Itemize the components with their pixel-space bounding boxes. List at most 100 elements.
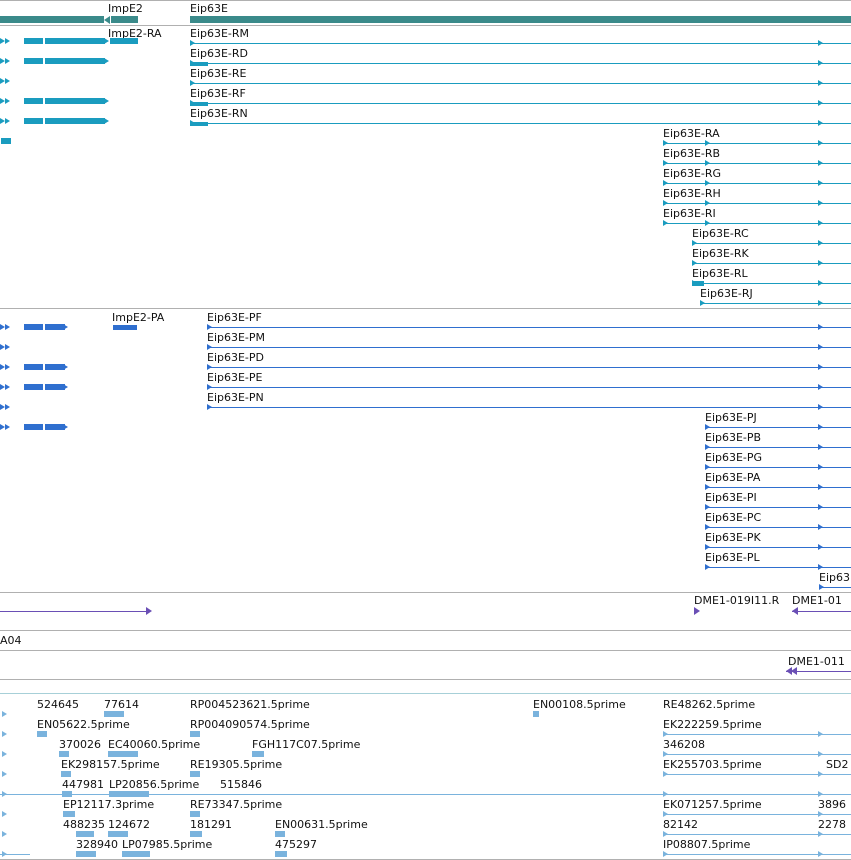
est-label[interactable]: SD2 bbox=[826, 758, 848, 771]
feature-line[interactable] bbox=[705, 487, 851, 488]
est-label[interactable]: EP12117.3prime bbox=[63, 798, 154, 811]
exon-block[interactable] bbox=[113, 325, 137, 330]
exon-block[interactable] bbox=[45, 118, 105, 124]
est-label[interactable]: IP08807.5prime bbox=[663, 838, 750, 851]
est-label[interactable]: EC40060.5prime bbox=[108, 738, 200, 751]
exon-block[interactable] bbox=[24, 424, 43, 430]
feature-line[interactable] bbox=[705, 467, 851, 468]
est-label[interactable]: EN05622.5prime bbox=[37, 718, 130, 731]
exon-block[interactable] bbox=[45, 324, 65, 330]
feature-line[interactable] bbox=[190, 83, 851, 84]
feature-line[interactable] bbox=[705, 427, 851, 428]
feature-line[interactable] bbox=[207, 327, 851, 328]
est-label[interactable]: 82142 bbox=[663, 818, 698, 831]
est-label[interactable]: EK255703.5prime bbox=[663, 758, 762, 771]
exon-block[interactable] bbox=[24, 58, 43, 64]
feature-line[interactable] bbox=[705, 547, 851, 548]
est-label[interactable]: 475297 bbox=[275, 838, 317, 851]
exon-block[interactable] bbox=[275, 831, 285, 837]
exon-block[interactable] bbox=[1, 138, 11, 144]
exon-block[interactable] bbox=[24, 364, 43, 370]
est-label[interactable]: LP20856.5prime bbox=[109, 778, 199, 791]
exon-block[interactable] bbox=[61, 771, 71, 777]
feature-line[interactable] bbox=[692, 243, 851, 244]
est-label[interactable]: FGH117C07.5prime bbox=[252, 738, 360, 751]
exon-block[interactable] bbox=[692, 281, 704, 286]
est-label[interactable]: EK298157.5prime bbox=[61, 758, 160, 771]
exon-block[interactable] bbox=[59, 751, 69, 757]
exon-block[interactable] bbox=[24, 384, 43, 390]
feature-line[interactable] bbox=[207, 407, 851, 408]
feature-line[interactable] bbox=[207, 367, 851, 368]
feature-line[interactable] bbox=[705, 447, 851, 448]
est-label[interactable]: EN00108.5prime bbox=[533, 698, 626, 711]
est-label[interactable]: EK071257.5prime bbox=[663, 798, 762, 811]
exon-block[interactable] bbox=[190, 731, 200, 737]
est-label[interactable]: RP004090574.5prime bbox=[190, 718, 310, 731]
exon-block[interactable] bbox=[190, 811, 200, 817]
strand-arrow-icon bbox=[818, 444, 823, 450]
exon-block[interactable] bbox=[252, 751, 264, 757]
feature-line[interactable] bbox=[700, 303, 851, 304]
est-label[interactable]: RE48262.5prime bbox=[663, 698, 755, 711]
est-label[interactable]: 515846 bbox=[220, 778, 262, 791]
exon-block[interactable] bbox=[122, 851, 150, 857]
est-label[interactable]: 524645 bbox=[37, 698, 79, 711]
exon-block[interactable] bbox=[24, 118, 43, 124]
exon-block[interactable] bbox=[24, 38, 43, 44]
est-label[interactable]: 77614 bbox=[104, 698, 139, 711]
est-label[interactable]: 124672 bbox=[108, 818, 150, 831]
feature-line[interactable] bbox=[190, 103, 851, 104]
est-label[interactable]: EK222259.5prime bbox=[663, 718, 762, 731]
exon-block[interactable] bbox=[24, 324, 43, 330]
exon-block[interactable] bbox=[190, 831, 202, 837]
feature-line[interactable] bbox=[190, 63, 851, 64]
est-label[interactable]: 181291 bbox=[190, 818, 232, 831]
feature-line[interactable] bbox=[692, 283, 851, 284]
exon-block[interactable] bbox=[45, 38, 105, 44]
exon-block[interactable] bbox=[24, 98, 43, 104]
est-label[interactable]: RE19305.5prime bbox=[190, 758, 282, 771]
feature-line[interactable] bbox=[705, 507, 851, 508]
exon-block[interactable] bbox=[108, 831, 128, 837]
est-label[interactable]: 370026 bbox=[59, 738, 101, 751]
feature-line[interactable] bbox=[705, 527, 851, 528]
est-label[interactable]: 3896 bbox=[818, 798, 846, 811]
exon-block[interactable] bbox=[45, 384, 65, 390]
strand-arrow-icon bbox=[818, 240, 823, 246]
feature-line[interactable] bbox=[207, 387, 851, 388]
exon-block[interactable] bbox=[190, 102, 208, 106]
exon-block[interactable] bbox=[45, 98, 105, 104]
est-label[interactable]: 346208 bbox=[663, 738, 705, 751]
exon-block[interactable] bbox=[108, 751, 138, 757]
feature-line[interactable] bbox=[0, 794, 851, 795]
exon-block[interactable] bbox=[190, 771, 200, 777]
est-label[interactable]: 488235 bbox=[63, 818, 105, 831]
exon-block[interactable] bbox=[190, 122, 208, 126]
exon-block[interactable] bbox=[37, 731, 47, 737]
exon-block[interactable] bbox=[45, 424, 65, 430]
exon-block[interactable] bbox=[533, 711, 539, 717]
est-label[interactable]: RE73347.5prime bbox=[190, 798, 282, 811]
exon-block[interactable] bbox=[63, 811, 75, 817]
est-label[interactable]: RP004523621.5prime bbox=[190, 698, 310, 711]
exon-block[interactable] bbox=[104, 711, 124, 717]
feature-line[interactable] bbox=[692, 263, 851, 264]
feature-line[interactable] bbox=[705, 567, 851, 568]
exon-block[interactable] bbox=[275, 851, 287, 857]
feature-line[interactable] bbox=[0, 854, 30, 855]
est-label[interactable]: 447981 bbox=[62, 778, 104, 791]
feature-line[interactable] bbox=[190, 43, 851, 44]
exon-block[interactable] bbox=[190, 62, 208, 66]
exon-block[interactable] bbox=[45, 58, 105, 64]
exon-block[interactable] bbox=[76, 851, 96, 857]
est-label[interactable]: EN00631.5prime bbox=[275, 818, 368, 831]
feature-line[interactable] bbox=[190, 123, 851, 124]
exon-block[interactable] bbox=[76, 831, 94, 837]
exon-block[interactable] bbox=[110, 38, 138, 44]
est-label[interactable]: 328940 bbox=[76, 838, 118, 851]
feature-line[interactable] bbox=[207, 347, 851, 348]
est-label[interactable]: LP07985.5prime bbox=[122, 838, 212, 851]
exon-block[interactable] bbox=[45, 364, 65, 370]
est-label[interactable]: 2278 bbox=[818, 818, 846, 831]
